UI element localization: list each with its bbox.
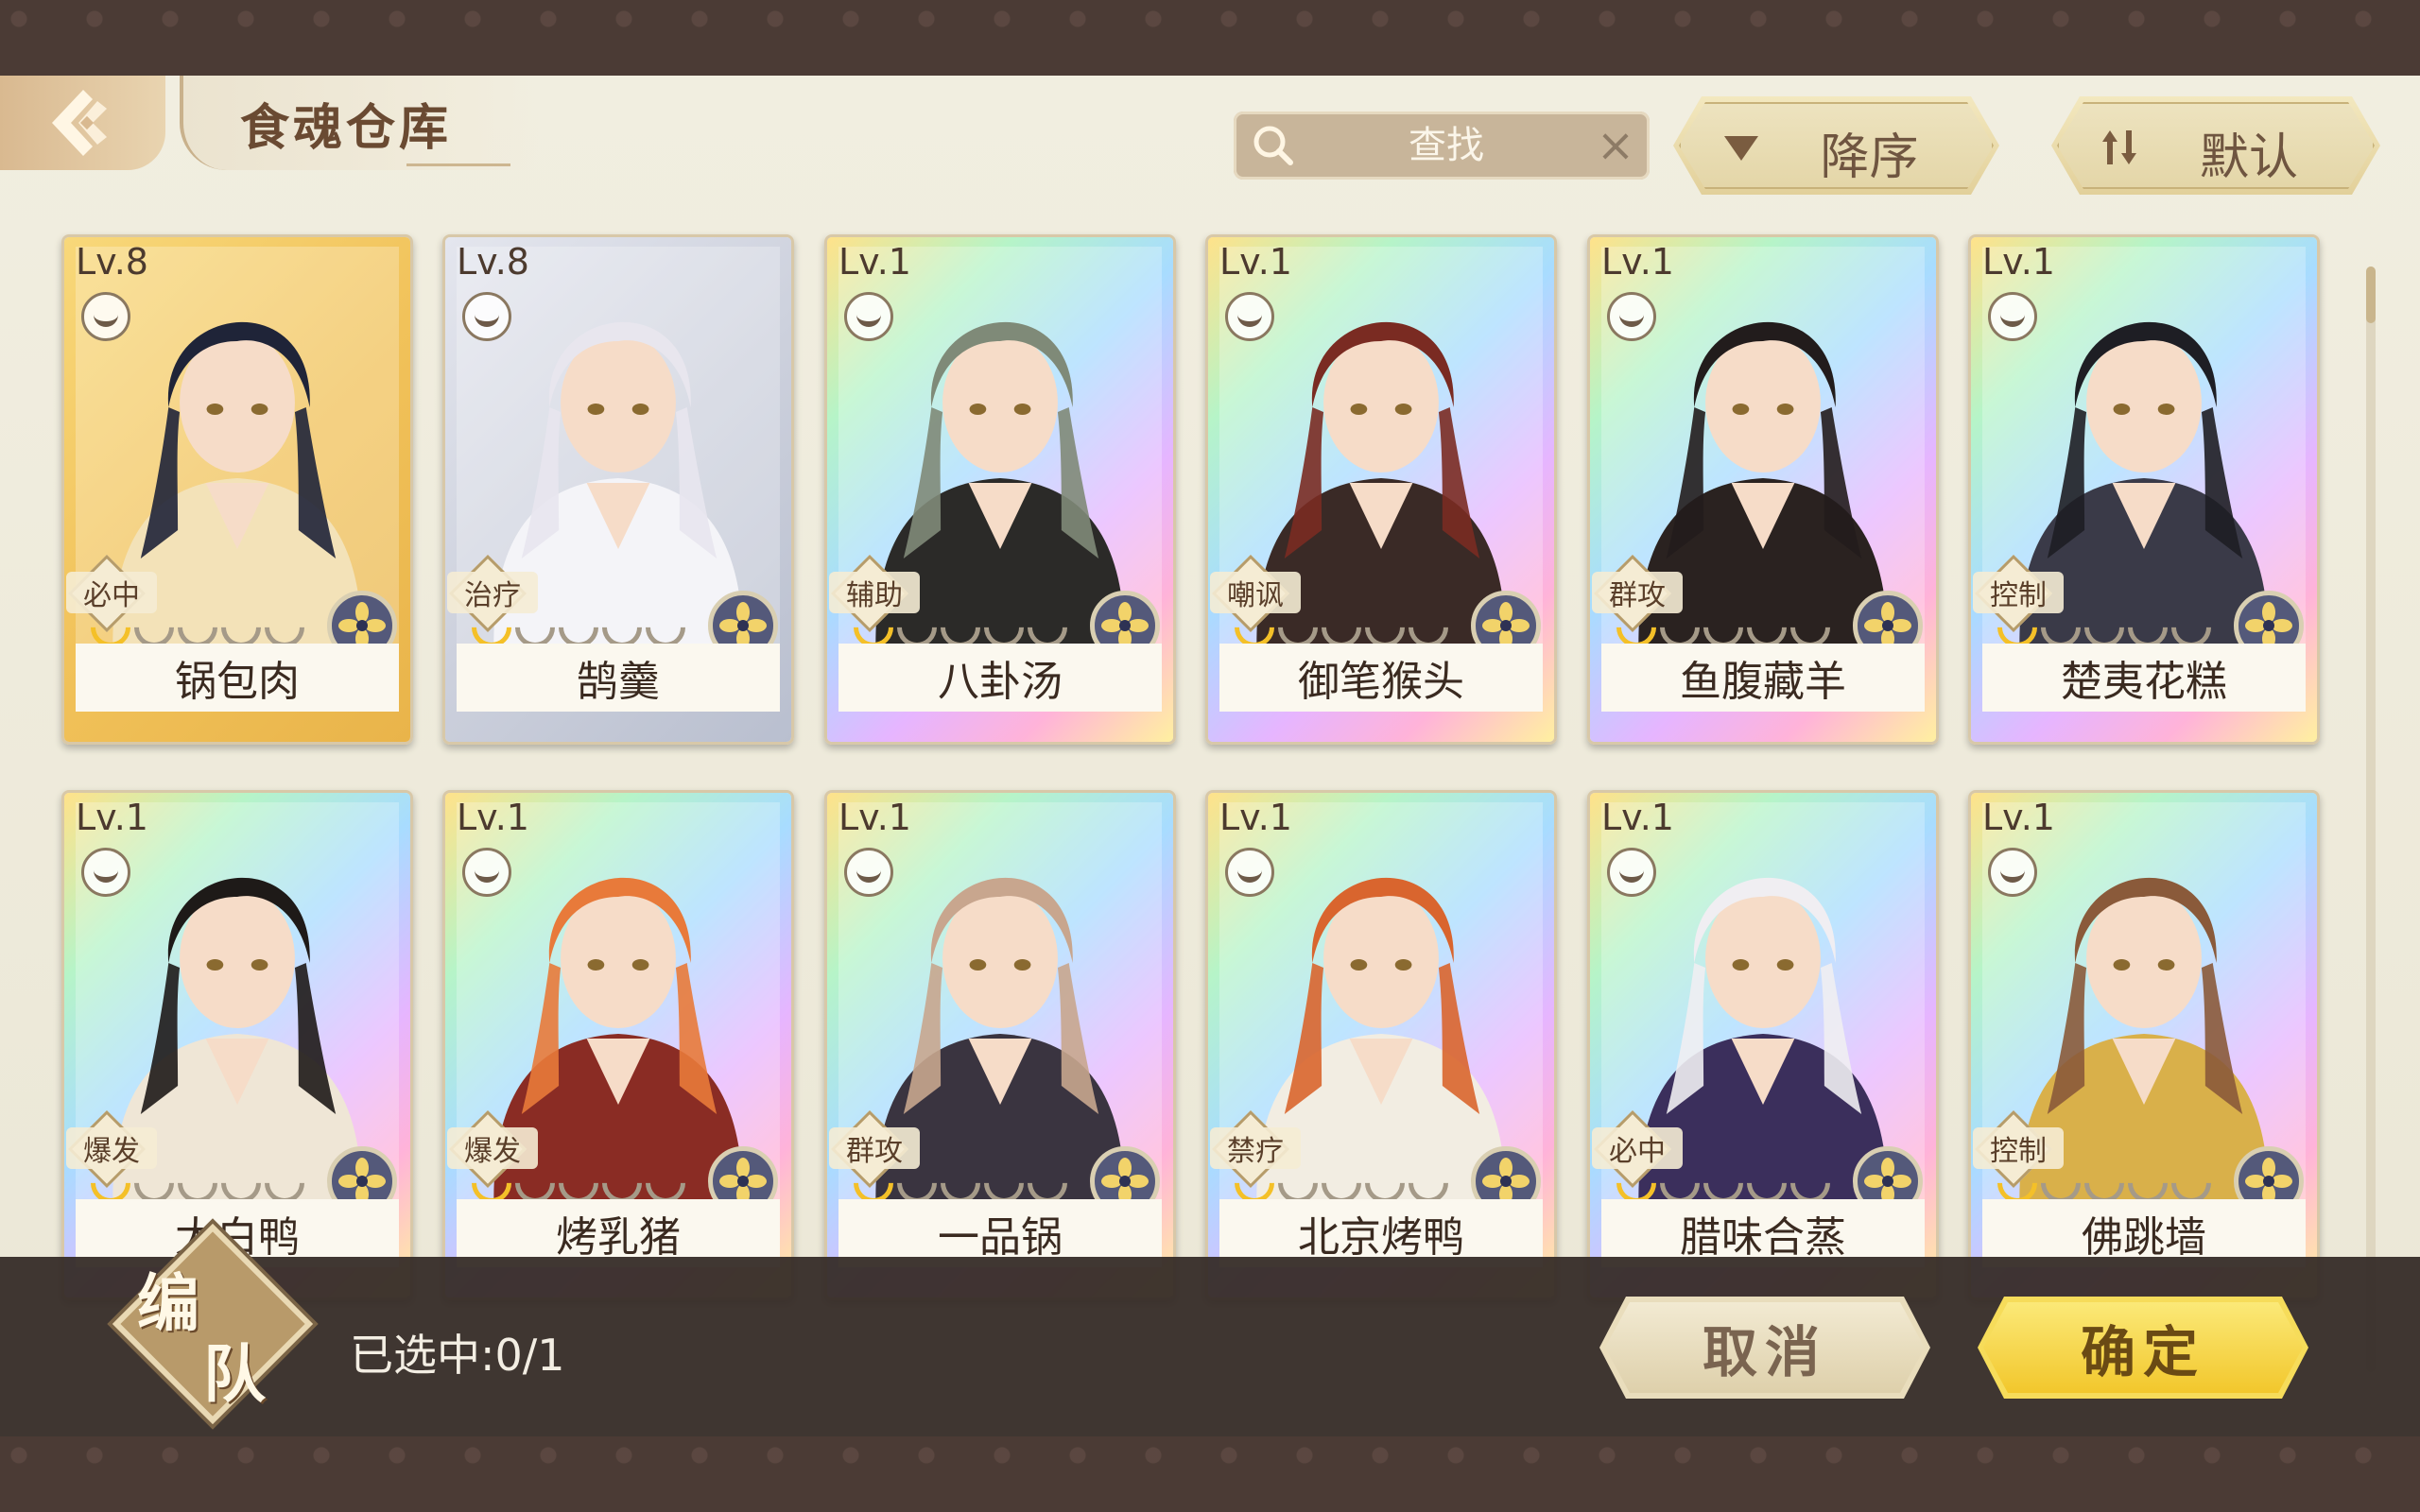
bowl-icon [844,848,893,897]
level-label: Lv.8 [457,241,529,283]
scrollbar[interactable] [2366,266,2376,1372]
top-frame [0,0,2420,76]
bowl-icon [1225,848,1274,897]
back-button[interactable] [0,76,165,170]
selected-count: 已选中:0/1 [350,1330,565,1381]
bottom-frame [0,1436,2420,1512]
sort-arrows-icon [2099,127,2140,168]
confirm-button[interactable]: 确定 [1978,1297,2308,1399]
level-label: Lv.1 [1219,241,1292,283]
level-label: Lv.1 [1982,241,2055,283]
search-icon [1253,126,1293,165]
page-title: 食魂仓库 [240,98,453,157]
name-plate: 锅包肉 [76,644,399,712]
card-footer [64,706,410,742]
bowl-icon [1988,292,2037,341]
star-rating [1226,599,1457,656]
bowl-icon [1607,292,1656,341]
bowl-icon [1607,848,1656,897]
cancel-button[interactable]: 取消 [1599,1297,1930,1399]
character-name: 佛跳墙 [2082,1213,2206,1262]
card-footer [1590,706,1936,742]
star-rating [82,599,313,656]
character-name: 鹄羹 [577,658,660,706]
team-badge-char-2: 队 [203,1337,266,1411]
back-arrow-icon [51,90,107,156]
food-soul-card[interactable]: Lv.1 群攻 一品锅 [824,790,1176,1300]
level-label: Lv.1 [76,797,148,838]
team-badge-char-1: 编 [137,1266,199,1340]
bowl-icon [81,848,130,897]
bowl-icon [462,848,511,897]
bowl-icon [1225,292,1274,341]
level-label: Lv.1 [457,797,529,838]
triangle-down-icon [1720,127,1762,168]
card-footer [445,706,791,742]
star-rating [463,599,694,656]
name-plate: 八卦汤 [838,644,1162,712]
character-name: 鱼腹藏羊 [1680,658,1846,706]
food-soul-card[interactable]: Lv.1 辅助 八卦汤 [824,234,1176,745]
star-rating [1226,1155,1457,1211]
cancel-label: 取消 [1702,1320,1827,1384]
card-footer [1971,706,2317,742]
character-name: 御笔猴头 [1298,658,1464,706]
level-label: Lv.1 [1982,797,2055,838]
level-label: Lv.1 [838,797,911,838]
star-rating [1989,1155,2220,1211]
character-name: 烤乳猪 [556,1213,681,1262]
search-input[interactable] [1309,121,1583,170]
food-soul-card[interactable]: Lv.1 控制 佛跳墙 [1968,790,2320,1300]
level-label: Lv.1 [1219,797,1292,838]
star-rating [1608,599,1839,656]
food-soul-card[interactable]: Lv.1 群攻 鱼腹藏羊 [1587,234,1939,745]
card-footer [1208,706,1554,742]
bowl-icon [1988,848,2037,897]
search-box: × [1234,112,1650,180]
character-name: 楚夷花糕 [2061,658,2227,706]
level-label: Lv.8 [76,241,148,283]
character-name: 一品锅 [938,1213,1063,1262]
level-label: Lv.1 [1601,797,1674,838]
star-rating [1608,1155,1839,1211]
title-tab: 食魂仓库 [180,76,539,170]
level-label: Lv.1 [1601,241,1674,283]
level-label: Lv.1 [838,241,911,283]
name-plate: 御笔猴头 [1219,644,1543,712]
food-soul-card[interactable]: Lv.1 爆发 太白鸭 [61,790,413,1300]
card-footer [827,706,1173,742]
star-rating [845,599,1076,656]
food-soul-card[interactable]: Lv.8 必中 锅包肉 [61,234,413,745]
sort-order-button[interactable]: 降序 [1673,96,1999,195]
star-rating [463,1155,694,1211]
bowl-icon [462,292,511,341]
scrollbar-thumb[interactable] [2366,266,2376,323]
star-rating [845,1155,1076,1211]
food-soul-card[interactable]: Lv.1 爆发 烤乳猪 [442,790,794,1300]
bowl-icon [844,292,893,341]
food-soul-card[interactable]: Lv.1 必中 腊味合蒸 [1587,790,1939,1300]
food-soul-card[interactable]: Lv.1 嘲讽 御笔猴头 [1205,234,1557,745]
name-plate: 鹄羹 [457,644,780,712]
bowl-icon [81,292,130,341]
title-underline [406,163,510,166]
food-soul-card[interactable]: Lv.8 治疗 鹄羹 [442,234,794,745]
character-name: 北京烤鸭 [1298,1213,1464,1262]
clear-icon[interactable]: × [1595,123,1636,168]
sort-mode-label: 默认 [2199,129,2298,186]
character-name: 腊味合蒸 [1680,1213,1846,1262]
sort-order-label: 降序 [1820,129,1919,186]
team-badge[interactable]: 编 队 [112,1223,314,1425]
character-name: 锅包肉 [175,658,300,706]
food-soul-card[interactable]: Lv.1 控制 楚夷花糕 [1968,234,2320,745]
sort-mode-button[interactable]: 默认 [2051,96,2380,195]
star-rating [1989,599,2220,656]
character-name: 八卦汤 [938,658,1063,706]
name-plate: 鱼腹藏羊 [1601,644,1925,712]
name-plate: 楚夷花糕 [1982,644,2306,712]
food-soul-card[interactable]: Lv.1 禁疗 北京烤鸭 [1205,790,1557,1300]
storage-panel: 食魂仓库 × 降序 默认 Lv.8必中锅包肉Lv.8治疗鹄羹Lv.1辅助八卦汤L… [0,76,2420,1436]
star-rating [82,1155,313,1211]
confirm-label: 确定 [2080,1320,2205,1384]
